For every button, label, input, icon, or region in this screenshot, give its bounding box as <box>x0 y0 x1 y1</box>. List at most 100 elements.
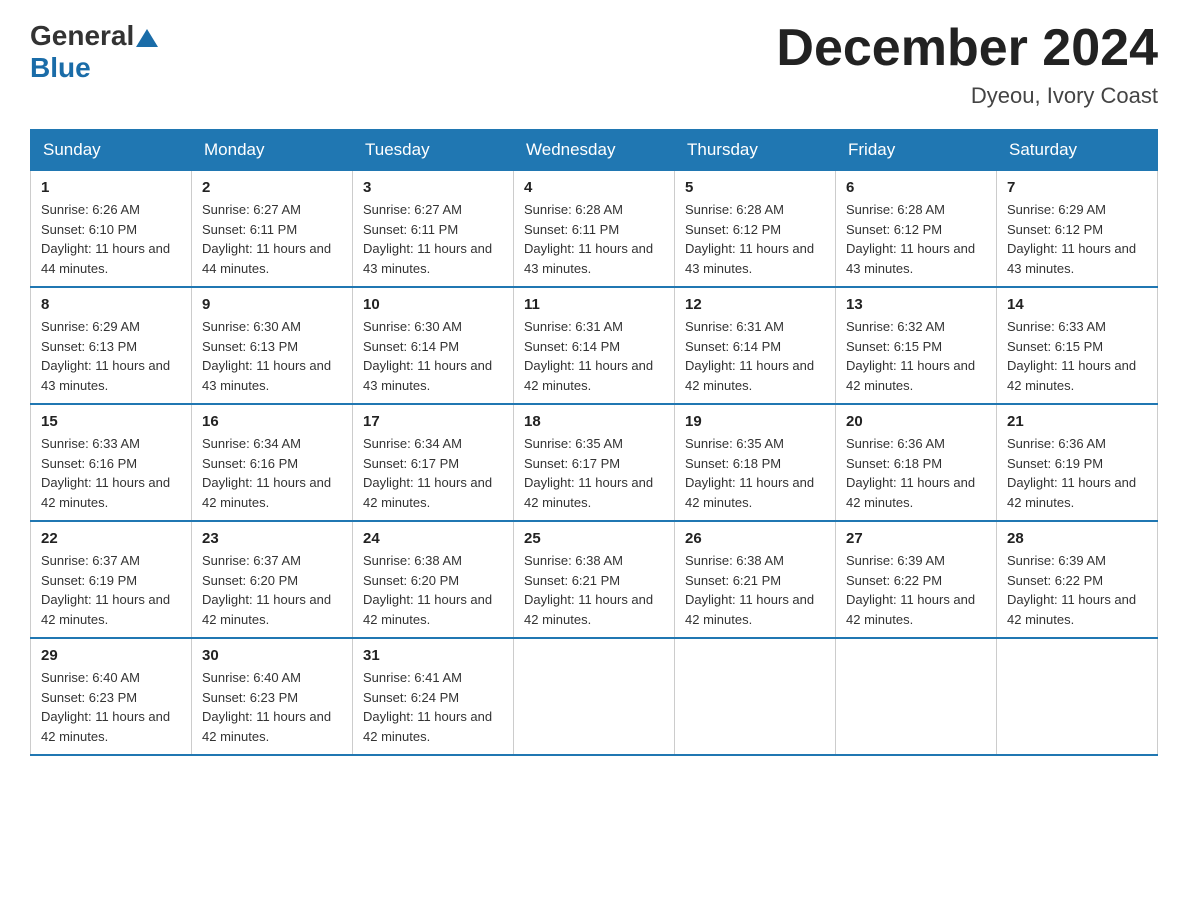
title-area: December 2024 Dyeou, Ivory Coast <box>776 20 1158 109</box>
calendar-day-cell: 17Sunrise: 6:34 AMSunset: 6:17 PMDayligh… <box>353 404 514 521</box>
day-number: 29 <box>41 647 181 664</box>
day-number: 21 <box>1007 413 1147 430</box>
calendar-day-cell: 8Sunrise: 6:29 AMSunset: 6:13 PMDaylight… <box>31 287 192 404</box>
calendar-week-row: 22 Sunrise: 6:37 AMSunset: 6:19 PMDayligh… <box>31 521 1158 638</box>
calendar-day-cell: 23Sunrise: 6:37 AMSunset: 6:20 PMDayligh… <box>192 521 353 638</box>
day-number: 4 <box>524 179 664 196</box>
calendar-day-cell <box>997 638 1158 755</box>
day-info: Sunrise: 6:35 AMSunset: 6:18 PMDaylight:… <box>685 434 825 512</box>
calendar-header-row: Sunday Monday Tuesday Wednesday Thursday… <box>31 130 1158 171</box>
calendar-day-cell: 24 Sunrise: 6:38 AMSunset: 6:20 PMDayligh… <box>353 521 514 638</box>
calendar-day-cell: 25 Sunrise: 6:38 AMSunset: 6:21 PMDayligh… <box>514 521 675 638</box>
day-info: Sunrise: 6:35 AMSunset: 6:17 PMDaylight:… <box>524 434 664 512</box>
logo-general-text: General <box>30 20 134 52</box>
col-saturday: Saturday <box>997 130 1158 171</box>
col-monday: Monday <box>192 130 353 171</box>
day-number: 11 <box>524 296 664 313</box>
calendar-day-cell: 28 Sunrise: 6:39 AMSunset: 6:22 PMDayligh… <box>997 521 1158 638</box>
calendar-day-cell: 3Sunrise: 6:27 AMSunset: 6:11 PMDaylight… <box>353 171 514 288</box>
day-number: 28 <box>1007 530 1147 547</box>
calendar-title: December 2024 <box>776 20 1158 77</box>
calendar-day-cell: 14 Sunrise: 6:33 AMSunset: 6:15 PMDayligh… <box>997 287 1158 404</box>
calendar-day-cell: 2 Sunrise: 6:27 AMSunset: 6:11 PMDaylight… <box>192 171 353 288</box>
day-info: Sunrise: 6:30 AMSunset: 6:14 PMDaylight:… <box>363 317 503 395</box>
calendar-day-cell: 20 Sunrise: 6:36 AMSunset: 6:18 PMDayligh… <box>836 404 997 521</box>
day-number: 25 <box>524 530 664 547</box>
day-number: 12 <box>685 296 825 313</box>
calendar-week-row: 8Sunrise: 6:29 AMSunset: 6:13 PMDaylight… <box>31 287 1158 404</box>
col-friday: Friday <box>836 130 997 171</box>
day-info: Sunrise: 6:36 AMSunset: 6:18 PMDaylight:… <box>846 434 986 512</box>
day-number: 19 <box>685 413 825 430</box>
calendar-day-cell <box>836 638 997 755</box>
day-number: 8 <box>41 296 181 313</box>
calendar-table: Sunday Monday Tuesday Wednesday Thursday… <box>30 129 1158 756</box>
calendar-day-cell: 9 Sunrise: 6:30 AMSunset: 6:13 PMDaylight… <box>192 287 353 404</box>
day-info: Sunrise: 6:37 AMSunset: 6:20 PMDaylight:… <box>202 551 342 629</box>
calendar-day-cell: 12 Sunrise: 6:31 AMSunset: 6:14 PMDayligh… <box>675 287 836 404</box>
day-number: 14 <box>1007 296 1147 313</box>
calendar-day-cell: 7 Sunrise: 6:29 AMSunset: 6:12 PMDaylight… <box>997 171 1158 288</box>
logo: General Blue <box>30 20 158 84</box>
day-info: Sunrise: 6:30 AMSunset: 6:13 PMDaylight:… <box>202 317 342 395</box>
day-info: Sunrise: 6:28 AMSunset: 6:12 PMDaylight:… <box>685 200 825 278</box>
day-number: 22 <box>41 530 181 547</box>
day-number: 6 <box>846 179 986 196</box>
calendar-day-cell: 11 Sunrise: 6:31 AMSunset: 6:14 PMDayligh… <box>514 287 675 404</box>
day-number: 10 <box>363 296 503 313</box>
calendar-week-row: 15Sunrise: 6:33 AMSunset: 6:16 PMDayligh… <box>31 404 1158 521</box>
day-info: Sunrise: 6:29 AMSunset: 6:12 PMDaylight:… <box>1007 200 1147 278</box>
day-number: 5 <box>685 179 825 196</box>
day-info: Sunrise: 6:39 AMSunset: 6:22 PMDaylight:… <box>1007 551 1147 629</box>
calendar-day-cell: 16Sunrise: 6:34 AMSunset: 6:16 PMDayligh… <box>192 404 353 521</box>
day-number: 1 <box>41 179 181 196</box>
day-number: 27 <box>846 530 986 547</box>
calendar-day-cell: 19 Sunrise: 6:35 AMSunset: 6:18 PMDayligh… <box>675 404 836 521</box>
day-number: 30 <box>202 647 342 664</box>
day-info: Sunrise: 6:38 AMSunset: 6:21 PMDaylight:… <box>685 551 825 629</box>
calendar-subtitle: Dyeou, Ivory Coast <box>776 83 1158 109</box>
day-info: Sunrise: 6:36 AMSunset: 6:19 PMDaylight:… <box>1007 434 1147 512</box>
calendar-day-cell: 21 Sunrise: 6:36 AMSunset: 6:19 PMDayligh… <box>997 404 1158 521</box>
calendar-day-cell <box>675 638 836 755</box>
calendar-day-cell: 1 Sunrise: 6:26 AMSunset: 6:10 PMDaylight… <box>31 171 192 288</box>
logo-blue-text: Blue <box>30 52 91 83</box>
day-info: Sunrise: 6:40 AMSunset: 6:23 PMDaylight:… <box>41 668 181 746</box>
day-info: Sunrise: 6:38 AMSunset: 6:21 PMDaylight:… <box>524 551 664 629</box>
day-number: 31 <box>363 647 503 664</box>
calendar-day-cell: 10 Sunrise: 6:30 AMSunset: 6:14 PMDayligh… <box>353 287 514 404</box>
day-info: Sunrise: 6:34 AMSunset: 6:17 PMDaylight:… <box>363 434 503 512</box>
day-number: 9 <box>202 296 342 313</box>
day-number: 7 <box>1007 179 1147 196</box>
day-info: Sunrise: 6:32 AMSunset: 6:15 PMDaylight:… <box>846 317 986 395</box>
col-thursday: Thursday <box>675 130 836 171</box>
calendar-day-cell: 30Sunrise: 6:40 AMSunset: 6:23 PMDayligh… <box>192 638 353 755</box>
day-number: 2 <box>202 179 342 196</box>
day-number: 26 <box>685 530 825 547</box>
day-info: Sunrise: 6:26 AMSunset: 6:10 PMDaylight:… <box>41 200 181 278</box>
day-number: 18 <box>524 413 664 430</box>
day-info: Sunrise: 6:37 AMSunset: 6:19 PMDaylight:… <box>41 551 181 629</box>
day-info: Sunrise: 6:31 AMSunset: 6:14 PMDaylight:… <box>524 317 664 395</box>
calendar-day-cell: 29 Sunrise: 6:40 AMSunset: 6:23 PMDayligh… <box>31 638 192 755</box>
calendar-day-cell: 13Sunrise: 6:32 AMSunset: 6:15 PMDayligh… <box>836 287 997 404</box>
day-info: Sunrise: 6:28 AMSunset: 6:12 PMDaylight:… <box>846 200 986 278</box>
calendar-day-cell: 6 Sunrise: 6:28 AMSunset: 6:12 PMDaylight… <box>836 171 997 288</box>
day-info: Sunrise: 6:33 AMSunset: 6:15 PMDaylight:… <box>1007 317 1147 395</box>
day-number: 15 <box>41 413 181 430</box>
calendar-day-cell: 4Sunrise: 6:28 AMSunset: 6:11 PMDaylight… <box>514 171 675 288</box>
day-number: 20 <box>846 413 986 430</box>
day-info: Sunrise: 6:31 AMSunset: 6:14 PMDaylight:… <box>685 317 825 395</box>
col-sunday: Sunday <box>31 130 192 171</box>
calendar-day-cell: 18 Sunrise: 6:35 AMSunset: 6:17 PMDayligh… <box>514 404 675 521</box>
day-info: Sunrise: 6:38 AMSunset: 6:20 PMDaylight:… <box>363 551 503 629</box>
day-number: 24 <box>363 530 503 547</box>
day-info: Sunrise: 6:27 AMSunset: 6:11 PMDaylight:… <box>363 200 503 278</box>
calendar-day-cell <box>514 638 675 755</box>
calendar-day-cell: 22 Sunrise: 6:37 AMSunset: 6:19 PMDayligh… <box>31 521 192 638</box>
calendar-week-row: 29 Sunrise: 6:40 AMSunset: 6:23 PMDayligh… <box>31 638 1158 755</box>
calendar-day-cell: 26 Sunrise: 6:38 AMSunset: 6:21 PMDayligh… <box>675 521 836 638</box>
day-info: Sunrise: 6:27 AMSunset: 6:11 PMDaylight:… <box>202 200 342 278</box>
calendar-day-cell: 31Sunrise: 6:41 AMSunset: 6:24 PMDayligh… <box>353 638 514 755</box>
calendar-week-row: 1 Sunrise: 6:26 AMSunset: 6:10 PMDaylight… <box>31 171 1158 288</box>
